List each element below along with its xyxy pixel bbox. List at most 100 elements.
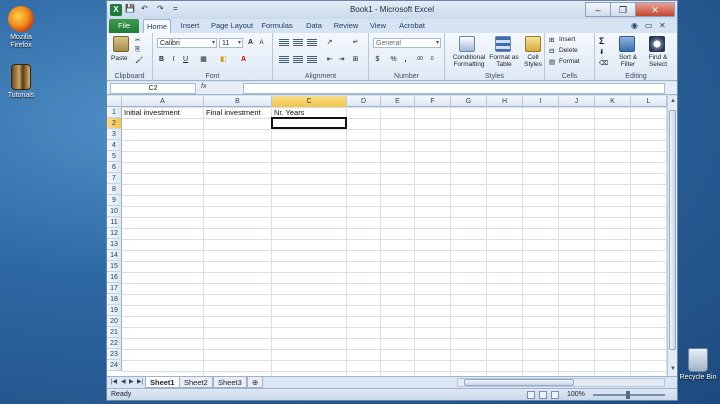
row-header-20[interactable]: 20 bbox=[107, 316, 122, 327]
row-header-9[interactable]: 9 bbox=[107, 195, 122, 206]
first-sheet-icon[interactable]: |◀ bbox=[111, 378, 117, 385]
grow-font-button[interactable]: A bbox=[246, 38, 255, 47]
close-button[interactable]: ✕ bbox=[635, 2, 675, 17]
column-header-l[interactable]: L bbox=[631, 96, 667, 107]
font-color-icon[interactable]: A bbox=[239, 55, 248, 64]
align-middle-icon[interactable] bbox=[293, 39, 303, 47]
conditional-formatting-icon[interactable] bbox=[459, 36, 475, 52]
row-header-14[interactable]: 14 bbox=[107, 250, 122, 261]
row-header-24[interactable]: 24 bbox=[107, 360, 122, 371]
last-sheet-icon[interactable]: ▶| bbox=[137, 378, 143, 385]
format-cells-button[interactable]: Format bbox=[559, 58, 580, 65]
conditional-formatting-button[interactable]: Conditional Formatting bbox=[449, 54, 489, 68]
delete-cells-button[interactable]: Delete bbox=[559, 47, 578, 54]
row-header-17[interactable]: 17 bbox=[107, 283, 122, 294]
fill-color-icon[interactable]: ◧ bbox=[219, 55, 228, 64]
cut-icon[interactable]: ✂ bbox=[135, 36, 140, 44]
number-format-select[interactable]: General bbox=[373, 38, 441, 48]
currency-button[interactable]: $ bbox=[373, 55, 382, 64]
row-header-22[interactable]: 22 bbox=[107, 338, 122, 349]
row-header-2[interactable]: 2 bbox=[107, 118, 122, 129]
decrease-indent-icon[interactable]: ⇤ bbox=[325, 55, 334, 64]
row-header-21[interactable]: 21 bbox=[107, 327, 122, 338]
row-header-13[interactable]: 13 bbox=[107, 239, 122, 250]
column-header-k[interactable]: K bbox=[595, 96, 631, 107]
scrollbar-thumb[interactable] bbox=[464, 379, 574, 386]
row-header-10[interactable]: 10 bbox=[107, 206, 122, 217]
desktop-icon-firefox[interactable]: Mozilla Firefox bbox=[0, 6, 42, 50]
delete-cells-icon[interactable]: ⊟ bbox=[549, 47, 554, 55]
merge-center-icon[interactable]: ⊞ bbox=[351, 55, 360, 64]
format-as-table-icon[interactable] bbox=[495, 36, 511, 52]
row-header-1[interactable]: 1 bbox=[107, 107, 122, 118]
sheet-tab-sheet1[interactable]: Sheet1 bbox=[145, 377, 180, 388]
tab-page-layout[interactable]: Page Layout bbox=[209, 19, 255, 33]
tab-data[interactable]: Data bbox=[301, 19, 327, 33]
scroll-down-icon[interactable]: ▼ bbox=[670, 366, 676, 372]
column-header-c[interactable]: C bbox=[272, 96, 347, 107]
tab-file[interactable]: File bbox=[109, 19, 139, 33]
tab-acrobat[interactable]: Acrobat bbox=[395, 19, 429, 33]
align-right-icon[interactable] bbox=[307, 56, 317, 64]
window-close-icon[interactable]: ✕ bbox=[659, 21, 666, 30]
scroll-up-icon[interactable]: ▲ bbox=[670, 98, 676, 104]
tab-view[interactable]: View bbox=[365, 19, 391, 33]
row-header-16[interactable]: 16 bbox=[107, 272, 122, 283]
ribbon-minimize-icon[interactable]: ▭ bbox=[645, 21, 653, 30]
font-name-select[interactable]: Calibri bbox=[157, 38, 217, 48]
name-box[interactable]: C2 bbox=[110, 83, 196, 94]
column-header-j[interactable]: J bbox=[559, 96, 595, 107]
italic-button[interactable]: I bbox=[169, 55, 178, 64]
page-layout-view-icon[interactable] bbox=[539, 391, 547, 399]
align-top-icon[interactable] bbox=[279, 39, 289, 47]
column-header-h[interactable]: H bbox=[487, 96, 523, 107]
borders-icon[interactable]: ▦ bbox=[199, 55, 208, 64]
row-header-4[interactable]: 4 bbox=[107, 140, 122, 151]
increase-decimal-button[interactable]: .00 bbox=[415, 55, 424, 64]
insert-cells-button[interactable]: Insert bbox=[559, 36, 575, 43]
sheet-tab-sheet2[interactable]: Sheet2 bbox=[179, 377, 213, 388]
align-bottom-icon[interactable] bbox=[307, 39, 317, 47]
active-cell-cursor[interactable] bbox=[271, 117, 347, 129]
column-header-d[interactable]: D bbox=[347, 96, 381, 107]
page-break-view-icon[interactable] bbox=[551, 391, 559, 399]
format-cells-icon[interactable]: ▤ bbox=[549, 58, 555, 66]
align-center-icon[interactable] bbox=[293, 56, 303, 64]
row-header-23[interactable]: 23 bbox=[107, 349, 122, 360]
normal-view-icon[interactable] bbox=[527, 391, 535, 399]
insert-cells-icon[interactable]: ⊞ bbox=[549, 36, 554, 44]
prev-sheet-icon[interactable]: ◀ bbox=[121, 378, 126, 385]
desktop-icon-tutorials[interactable]: Tutorials bbox=[0, 64, 42, 100]
formula-input[interactable] bbox=[243, 83, 665, 94]
autosum-button[interactable]: Σ bbox=[599, 36, 604, 46]
row-header-5[interactable]: 5 bbox=[107, 151, 122, 162]
row-header-3[interactable]: 3 bbox=[107, 129, 122, 140]
insert-function-button[interactable]: fx bbox=[201, 83, 206, 90]
column-header-f[interactable]: F bbox=[415, 96, 451, 107]
column-header-i[interactable]: I bbox=[523, 96, 559, 107]
tab-review[interactable]: Review bbox=[331, 19, 361, 33]
sort-filter-button[interactable]: Sort & Filter bbox=[615, 54, 641, 68]
help-icon[interactable]: ◉ bbox=[631, 21, 638, 30]
zoom-slider-knob[interactable] bbox=[626, 391, 630, 399]
title-bar[interactable]: X 💾 ↶ ↷ = Book1 - Microsoft Excel – ❐ ✕ bbox=[107, 1, 677, 19]
shrink-font-button[interactable]: A bbox=[257, 39, 266, 48]
restore-button[interactable]: ❐ bbox=[610, 2, 636, 17]
desktop-icon-recycle-bin[interactable]: Recycle Bin bbox=[676, 348, 720, 382]
row-header-12[interactable]: 12 bbox=[107, 228, 122, 239]
column-header-b[interactable]: B bbox=[204, 96, 272, 107]
horizontal-scrollbar[interactable] bbox=[457, 378, 665, 387]
sort-filter-icon[interactable] bbox=[619, 36, 635, 52]
row-header-7[interactable]: 7 bbox=[107, 173, 122, 184]
cell-b1[interactable]: Final investment bbox=[204, 107, 261, 118]
cell-styles-button[interactable]: Cell Styles bbox=[521, 54, 545, 68]
tab-insert[interactable]: Insert bbox=[175, 19, 205, 33]
next-sheet-icon[interactable]: ▶ bbox=[129, 378, 134, 385]
row-header-8[interactable]: 8 bbox=[107, 184, 122, 195]
worksheet-grid[interactable]: ABCDEFGHIJKL 1 2 3 4 5 6 7 8 9 10 11 12 13 14 15 16 17 18… bbox=[107, 96, 677, 376]
clear-icon[interactable]: ⌫ bbox=[599, 59, 608, 67]
find-select-icon[interactable] bbox=[649, 36, 665, 52]
row-header-11[interactable]: 11 bbox=[107, 217, 122, 228]
row-header-19[interactable]: 19 bbox=[107, 305, 122, 316]
increase-indent-icon[interactable]: ⇥ bbox=[337, 55, 346, 64]
